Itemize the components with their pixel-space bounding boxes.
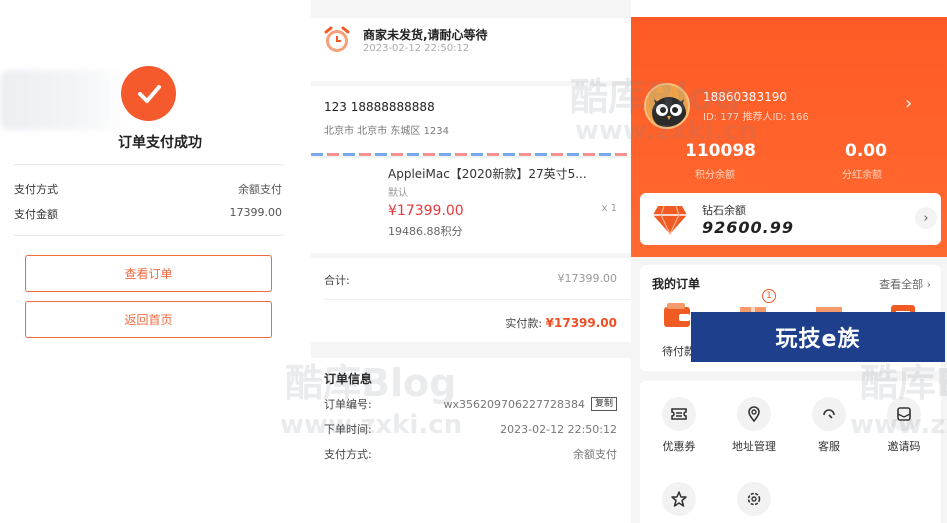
service-label: 地址管理 [732,440,776,453]
location-icon [737,397,771,431]
paid-value: ¥17399.00 [545,316,617,330]
service-address[interactable]: 地址管理 [724,397,784,454]
payment-amount-value: 17399.00 [229,206,283,219]
blurred-region [0,70,130,130]
diamond-value: 92600.99 [702,218,795,237]
address-detail: 北京市 北京市 东城区 1234 [324,126,449,137]
payment-amount-row: 支付金额 17399.00 [14,206,282,222]
order-info-card: 订单信息 订单编号: wx356209706227728384 复制 下单时间:… [311,358,631,523]
service-coupon[interactable]: 优惠券 [649,397,709,454]
user-phone: 18860383190 [703,90,787,104]
order-detail-panel: 商家未发货,请耐心等待 2023-02-12 22:50:12 123 1888… [311,0,631,523]
total-value: ¥17399.00 [557,272,618,285]
divider [14,164,284,165]
service-label: 优惠券 [662,440,696,453]
address-name: 123 18888888888 [324,100,435,114]
order-time-row: 下单时间: 2023-02-12 22:50:12 [324,421,617,437]
watermark-banner: 玩技e族 [691,312,945,362]
dividend-label: 分红余额 [842,170,882,181]
paid-row: 实付款: ¥17399.00 [505,315,617,331]
chevron-right-icon[interactable]: › [905,93,912,114]
product-name: AppleiMac【2020新款】27英寸5... [388,167,587,181]
orders-view-all-link[interactable]: 查看全部 › [879,276,931,292]
back-home-button[interactable]: 返回首页 [25,301,272,338]
order-info-title: 订单信息 [324,372,373,386]
order-number-value-wrap: wx356209706227728384 复制 [443,396,617,412]
notice-time: 2023-02-12 22:50:12 [363,43,470,54]
pay-method-row: 支付方式: 余额支付 [324,446,617,462]
diamond-label: 钻石余额 [702,204,746,217]
product-quantity: x 1 [601,203,617,214]
settings-icon [737,482,771,516]
product-thumbnail [323,168,381,226]
success-check-icon [121,66,176,121]
order-number-label: 订单编号: [324,398,372,411]
address-divider [311,153,631,156]
success-title: 订单支付成功 [118,135,202,151]
points-label: 积分余额 [695,170,735,181]
diamond-balance-card[interactable]: 钻石余额 92600.99 › [640,193,941,245]
payment-amount-label: 支付金额 [14,208,58,221]
owl-avatar-icon [646,85,688,127]
order-badge: 1 [762,289,776,303]
address-card: 123 18888888888 北京市 北京市 东城区 1234 [311,86,631,156]
headset-icon [812,397,846,431]
app-root: 订单支付成功 支付方式 余额支付 支付金额 17399.00 查看订单 返回首页… [0,0,947,523]
order-number-row: 订单编号: wx356209706227728384 复制 [324,396,617,412]
pay-method-value: 余额支付 [573,448,617,461]
notice-title: 商家未发货,请耐心等待 [363,28,488,42]
service-settings[interactable] [724,482,784,516]
divider [324,299,631,300]
view-order-button[interactable]: 查看订单 [25,255,272,292]
dividend-value: 0.00 [845,141,887,161]
divider [14,235,284,236]
payment-success-panel: 订单支付成功 支付方式 余额支付 支付金额 17399.00 查看订单 返回首页 [0,0,300,523]
user-header: 18860383190 ID: 177 推荐人ID: 166 › 110098 … [631,17,947,257]
product-card[interactable]: AppleiMac【2020新款】27英寸5... 默认 ¥17399.00 x… [311,158,631,253]
payment-method-value: 余额支付 [238,183,282,196]
chevron-right-icon[interactable]: › [915,207,937,229]
user-center-panel: 18860383190 ID: 177 推荐人ID: 166 › 110098 … [631,17,947,523]
diamond-icon [653,205,687,236]
payment-method-row: 支付方式 余额支付 [14,181,282,197]
alarm-clock-icon [324,26,350,52]
copy-button[interactable]: 复制 [590,397,617,411]
total-row: 合计: ¥17399.00 [324,272,617,288]
product-points: 19486.88积分 [388,225,463,238]
invite-icon [887,397,921,431]
paid-label: 实付款: [505,317,543,330]
points-value: 110098 [685,141,756,161]
total-label: 合计: [324,274,350,287]
order-time-label: 下单时间: [324,423,372,436]
user-ids: ID: 177 推荐人ID: 166 [703,112,809,123]
service-favorites[interactable] [649,482,709,516]
product-spec: 默认 [388,188,408,199]
avatar[interactable] [644,83,690,129]
price-summary-card: 合计: ¥17399.00 实付款: ¥17399.00 [311,258,631,342]
order-time-value: 2023-02-12 22:50:12 [500,422,617,436]
star-icon [662,482,696,516]
product-price: ¥17399.00 [388,203,464,219]
shipping-notice-card: 商家未发货,请耐心等待 2023-02-12 22:50:12 [311,18,631,81]
service-support[interactable]: 客服 [799,397,859,454]
service-label: 邀请码 [887,440,921,453]
service-invite[interactable]: 邀请码 [874,397,934,454]
services-card: 优惠券 地址管理 客服 邀请码 [640,381,941,523]
payment-method-label: 支付方式 [14,183,58,196]
service-label: 客服 [818,440,840,453]
wallet-icon[interactable] [662,301,692,329]
order-number-value: wx356209706227728384 [443,397,585,411]
pay-method-label: 支付方式: [324,448,372,461]
orders-view-all-label: 查看全部 [879,278,924,291]
coupon-icon [662,397,696,431]
orders-title: 我的订单 [652,277,701,291]
